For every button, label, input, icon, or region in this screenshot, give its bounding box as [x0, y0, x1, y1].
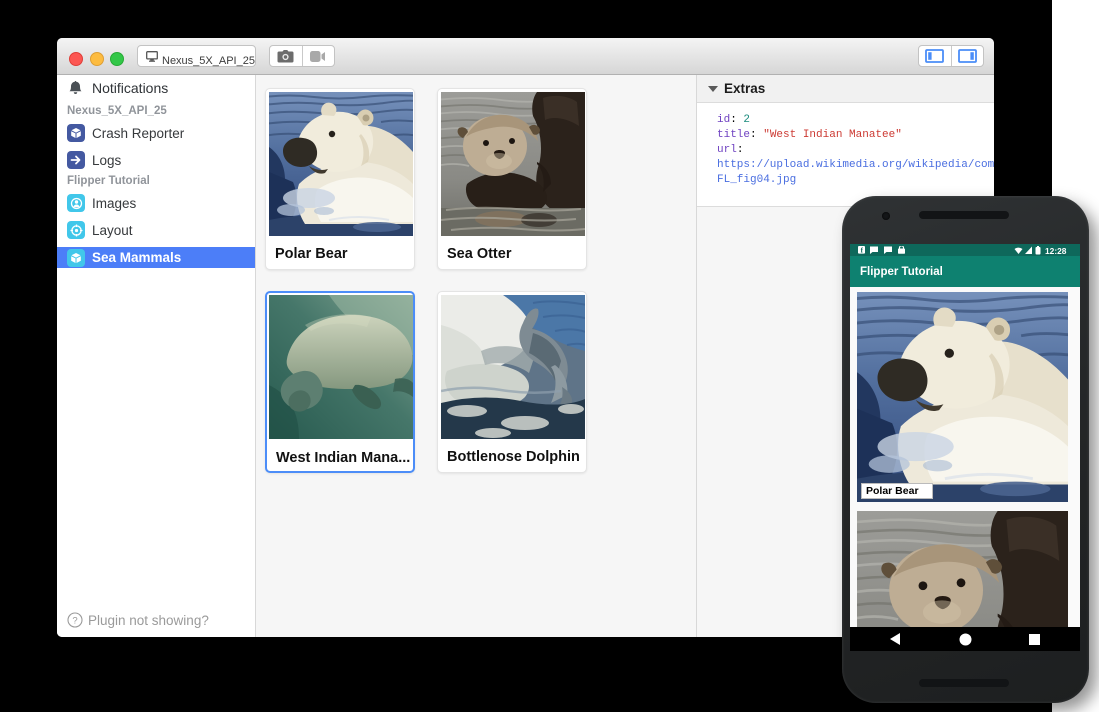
- svg-text:?: ?: [72, 615, 77, 626]
- svg-text:12:28: 12:28: [1045, 246, 1067, 255]
